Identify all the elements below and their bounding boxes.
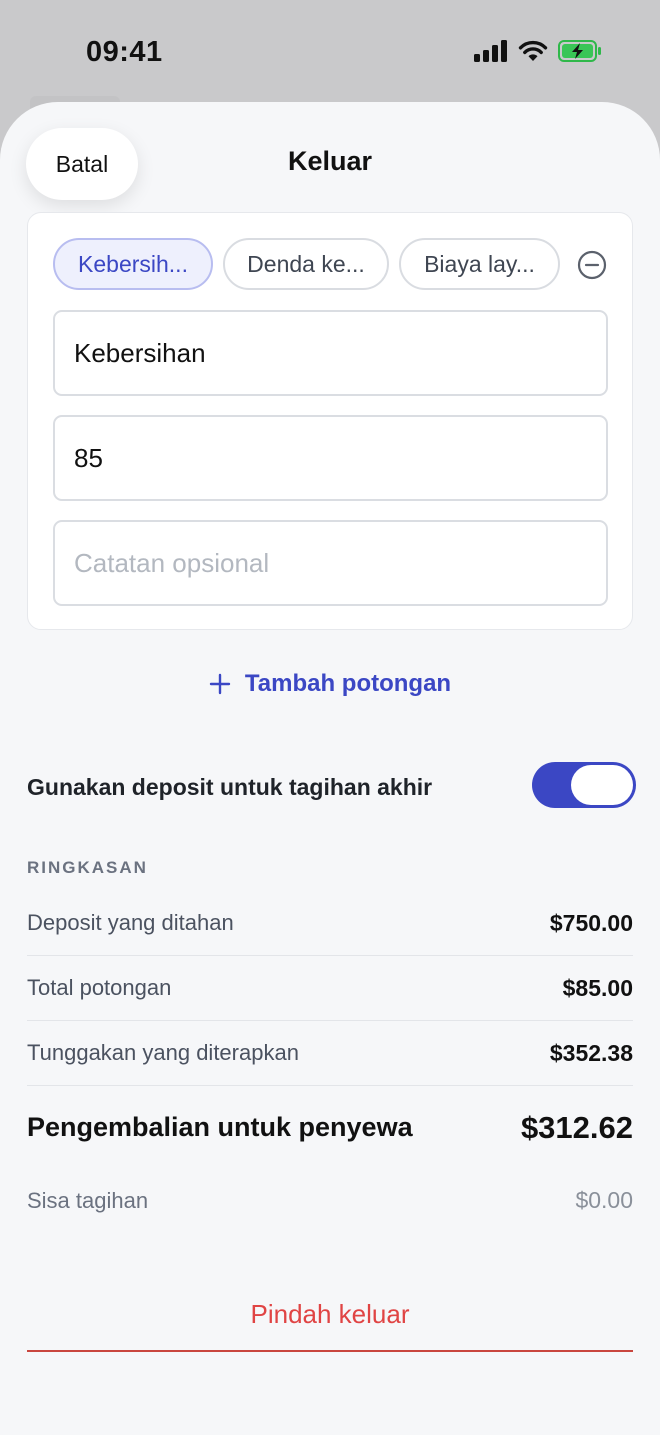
balance-value: $0.00 — [575, 1187, 633, 1213]
summary-label: Total potongan — [27, 975, 172, 1000]
battery-charging-icon — [558, 40, 601, 62]
summary-row-balance: Sisa tagihan $0.00 — [27, 1168, 633, 1233]
summary-label: Deposit yang ditahan — [27, 910, 234, 935]
add-deduction-link[interactable]: Tambah potongan — [0, 670, 660, 698]
summary-row-deductions: Total potongan $85.00 — [27, 956, 633, 1021]
use-deposit-toggle[interactable] — [532, 762, 636, 808]
deduction-chip-late-fee[interactable]: Denda ke... — [223, 238, 389, 290]
status-time: 09:41 — [86, 36, 163, 68]
minus-circle-icon — [577, 250, 607, 280]
status-icons — [474, 40, 602, 62]
deduction-note-field[interactable]: Catatan opsional — [53, 520, 608, 606]
use-deposit-row: Gunakan deposit untuk tagihan akhir — [27, 762, 636, 808]
deduction-card: Kebersih... Denda ke... Biaya lay... Keb… — [27, 212, 633, 630]
refund-label: Pengembalian untuk penyewa — [27, 1112, 413, 1142]
remove-deduction-button[interactable] — [577, 250, 607, 285]
toggle-knob — [571, 765, 633, 805]
deduction-name-value: Kebersihan — [74, 337, 206, 368]
sheet-title: Keluar — [287, 146, 373, 176]
deduction-note-placeholder: Catatan opsional — [74, 547, 270, 578]
add-deduction-label: Tambah potongan — [244, 670, 452, 697]
summary-row-deposit: Deposit yang ditahan $750.00 — [27, 891, 633, 956]
deduction-chip-service-fee[interactable]: Biaya lay... — [399, 238, 560, 290]
use-deposit-label: Gunakan deposit untuk tagihan akhir — [27, 774, 433, 800]
move-out-sheet: Batal Keluar Kebersih... Denda ke... Bia… — [0, 102, 660, 1435]
summary-title: RINGKASAN — [27, 858, 148, 877]
balance-label: Sisa tagihan — [27, 1187, 149, 1213]
summary-value: $750.00 — [549, 909, 633, 936]
deduction-amount-value: 85 — [74, 442, 103, 473]
wifi-icon — [518, 40, 548, 61]
summary-value: $85.00 — [562, 974, 633, 1001]
refund-value: $312.62 — [520, 1109, 633, 1145]
deduction-name-field[interactable]: Kebersihan — [53, 310, 608, 396]
summary-row-refund: Pengembalian untuk penyewa $312.62 — [27, 1095, 633, 1160]
plus-icon — [209, 673, 231, 695]
summary-value: $352.38 — [549, 1039, 633, 1066]
summary-label: Tunggakan yang diterapkan — [27, 1040, 299, 1065]
deduction-chip-cleaning[interactable]: Kebersih... — [53, 238, 213, 290]
summary-row-arrears: Tunggakan yang diterapkan $352.38 — [27, 1021, 633, 1086]
deduction-amount-field[interactable]: 85 — [53, 415, 608, 501]
move-out-button[interactable]: Pindah keluar — [27, 1278, 633, 1352]
cellular-signal-icon — [474, 40, 507, 62]
status-bar: 09:41 — [0, 0, 660, 100]
